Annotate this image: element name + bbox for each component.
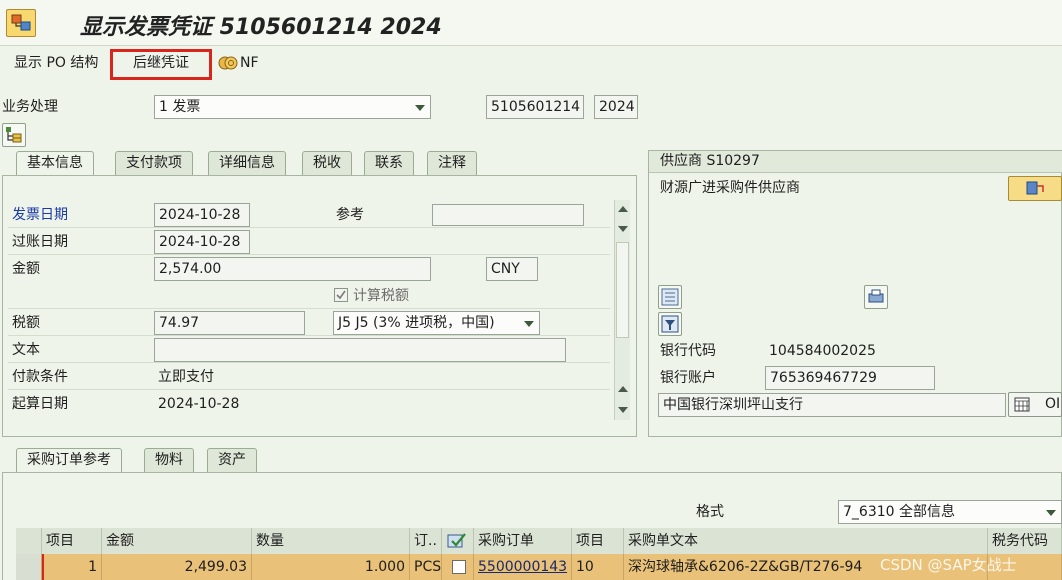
tab-po-reference[interactable]: 采购订单参考 bbox=[16, 448, 122, 473]
layout-select[interactable]: 7_6310 全部信息 bbox=[838, 500, 1062, 524]
fiscal-year-field: 2024 bbox=[594, 95, 638, 119]
calendar-icon bbox=[1014, 397, 1030, 412]
tab-tax[interactable]: 税收 bbox=[302, 151, 352, 175]
baseline-date-value: 2024-10-28 bbox=[158, 396, 240, 412]
vendor-detail-button[interactable] bbox=[1008, 176, 1062, 201]
basic-data-scrollbar[interactable] bbox=[614, 200, 630, 420]
payment-terms-value: 立即支付 bbox=[158, 369, 214, 385]
reference-field bbox=[432, 204, 584, 226]
col-item[interactable]: 项目 bbox=[42, 528, 102, 554]
amount-label: 金额 bbox=[12, 261, 40, 277]
bank-name-field: 中国银行深圳坪山支行 bbox=[658, 393, 1006, 417]
tab-contact[interactable]: 联系 bbox=[364, 151, 414, 175]
tab-payment[interactable]: 支付款项 bbox=[115, 151, 193, 175]
bank-account-field: 765369467729 bbox=[765, 366, 935, 390]
transaction-icon[interactable] bbox=[6, 9, 36, 37]
tax-code-value: J5 J5 (3% 进项税，中国) bbox=[338, 315, 495, 331]
checklist-icon bbox=[447, 532, 467, 550]
grid-selector-header[interactable] bbox=[16, 528, 42, 554]
row-unit[interactable]: PCS bbox=[410, 554, 442, 580]
divider bbox=[8, 362, 610, 363]
row-po-link[interactable]: 5500000143 bbox=[474, 554, 572, 580]
divider bbox=[8, 335, 610, 336]
document-number-field: 5105601214 bbox=[486, 95, 584, 119]
row-item[interactable]: 1 bbox=[42, 554, 102, 580]
vendor-header: 供应商 S10297 bbox=[660, 153, 760, 169]
scroll-up-icon[interactable] bbox=[618, 206, 628, 212]
vendor-name: 财源广进采购件供应商 bbox=[660, 180, 800, 196]
page-title: 显示发票凭证 5105601214 2024 bbox=[80, 15, 442, 40]
col-po-item[interactable]: 项目 bbox=[572, 528, 624, 554]
chevron-down-icon[interactable] bbox=[524, 321, 534, 327]
tab-material[interactable]: 物料 bbox=[144, 448, 194, 472]
layout-label: 格式 bbox=[696, 504, 724, 520]
payment-terms-label: 付款条件 bbox=[12, 369, 68, 385]
calc-tax-label: 计算税额 bbox=[353, 288, 409, 304]
chevron-down-icon[interactable] bbox=[1046, 510, 1056, 516]
divider bbox=[8, 254, 610, 255]
watermark: CSDN @SAP女战士 bbox=[880, 556, 1017, 574]
tab-notes[interactable]: 注释 bbox=[427, 151, 477, 175]
reference-label: 参考 bbox=[336, 207, 364, 223]
bank-code-value: 104584002025 bbox=[769, 343, 876, 359]
follow-on-documents-button[interactable]: 后继凭证 bbox=[133, 51, 189, 77]
amount-field: 2,574.00 bbox=[154, 257, 431, 281]
layout-value: 7_6310 全部信息 bbox=[843, 504, 955, 520]
tree-toggle-icon[interactable] bbox=[2, 123, 26, 147]
nf-button[interactable]: NF bbox=[240, 51, 259, 77]
transaction-label: 业务处理 bbox=[2, 99, 58, 115]
posting-date-label: 过账日期 bbox=[12, 234, 68, 250]
row-select-cell bbox=[442, 554, 474, 580]
col-amount[interactable]: 金额 bbox=[102, 528, 252, 554]
row-amount[interactable]: 2,499.03 bbox=[102, 554, 252, 580]
col-order-unit[interactable]: 订.. bbox=[410, 528, 442, 554]
calc-tax-checkbox[interactable] bbox=[334, 288, 348, 302]
tab-details[interactable]: 详细信息 bbox=[208, 151, 286, 175]
tab-assets[interactable]: 资产 bbox=[207, 448, 257, 472]
invoice-date-field: 2024-10-28 bbox=[154, 203, 250, 227]
bank-code-label: 银行代码 bbox=[660, 343, 716, 359]
invoice-date-label: 发票日期 bbox=[12, 207, 68, 223]
posting-date-field: 2024-10-28 bbox=[154, 230, 250, 254]
tab-basic-data[interactable]: 基本信息 bbox=[16, 151, 94, 176]
display-po-structure-button[interactable]: 显示 PO 结构 bbox=[14, 51, 98, 77]
master-data-icon[interactable] bbox=[658, 285, 682, 309]
col-tax-code[interactable]: 税务代码 bbox=[988, 528, 1062, 554]
col-po[interactable]: 采购订单 bbox=[474, 528, 572, 554]
divider bbox=[8, 227, 610, 228]
row-selector[interactable] bbox=[16, 554, 42, 580]
row-quantity[interactable]: 1.000 bbox=[252, 554, 410, 580]
baseline-date-label: 起算日期 bbox=[12, 396, 68, 412]
scroll-down-icon[interactable] bbox=[618, 407, 628, 413]
divider bbox=[8, 389, 610, 390]
row-po-item[interactable]: 10 bbox=[572, 554, 624, 580]
coins-icon[interactable] bbox=[218, 52, 240, 74]
oi-button[interactable]: OI bbox=[1008, 392, 1062, 417]
scroll-up-icon[interactable] bbox=[618, 386, 628, 392]
transaction-select[interactable]: 1 发票 bbox=[154, 95, 431, 119]
col-po-text[interactable]: 采购单文本 bbox=[624, 528, 988, 554]
tax-amount-field: 74.97 bbox=[154, 311, 305, 335]
oi-label: OI bbox=[1045, 396, 1061, 412]
scroll-thumb[interactable] bbox=[616, 242, 629, 338]
title-bar: 显示发票凭证 5105601214 2024 bbox=[0, 0, 1062, 46]
col-select[interactable] bbox=[442, 528, 474, 554]
chevron-down-icon[interactable] bbox=[415, 105, 425, 111]
divider bbox=[8, 308, 610, 309]
bank-account-label: 银行账户 bbox=[660, 370, 716, 386]
filter-icon[interactable] bbox=[658, 312, 682, 336]
transaction-value: 1 发票 bbox=[159, 99, 201, 115]
text-label: 文本 bbox=[12, 342, 40, 358]
tax-amount-label: 税额 bbox=[12, 315, 40, 331]
currency-field: CNY bbox=[486, 257, 538, 281]
print-icon[interactable] bbox=[864, 285, 888, 309]
tax-code-select[interactable]: J5 J5 (3% 进项税，中国) bbox=[333, 311, 540, 335]
scroll-down-icon[interactable] bbox=[618, 226, 628, 232]
col-quantity[interactable]: 数量 bbox=[252, 528, 410, 554]
row-checkbox[interactable] bbox=[452, 560, 466, 574]
text-field bbox=[154, 338, 566, 362]
